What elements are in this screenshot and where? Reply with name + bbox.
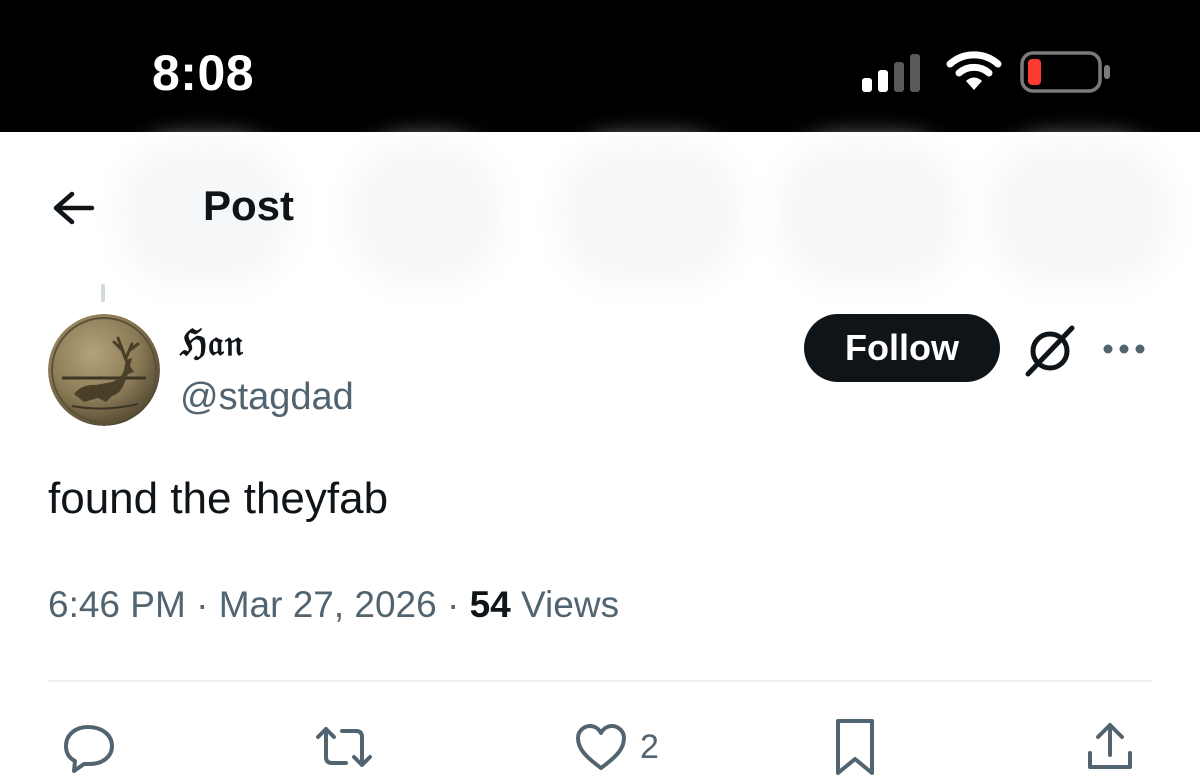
like-button[interactable]: 2 (574, 716, 659, 778)
views-label[interactable]: Views (521, 584, 619, 625)
share-button[interactable] (1084, 716, 1136, 778)
like-count: 2 (640, 727, 659, 766)
page-title: Post (203, 182, 295, 229)
grok-icon (1025, 325, 1075, 377)
views-count[interactable]: 54 (470, 584, 511, 625)
repost-button[interactable] (312, 716, 376, 778)
header-backdrop (990, 144, 1170, 284)
bookmark-button[interactable] (830, 716, 880, 778)
heart-icon (576, 724, 626, 770)
post-time[interactable]: 6:46 PM (48, 584, 186, 625)
back-button[interactable] (48, 186, 100, 230)
meta-separator: · (447, 584, 460, 625)
post-metadata: 6:46 PM · Mar 27, 2026 · 54 Views (48, 584, 619, 626)
arrow-left-icon (53, 191, 95, 225)
more-options-button[interactable] (1098, 336, 1150, 362)
stag-medallion-avatar (48, 314, 160, 426)
battery-icon (1020, 50, 1112, 99)
reply-icon (64, 725, 114, 773)
reply-button[interactable] (62, 716, 118, 778)
status-bar: 8:08 (0, 0, 1200, 132)
author-display-name[interactable]: ℌ𝔞𝔫 (180, 322, 244, 365)
header-backdrop (560, 144, 740, 284)
bookmark-icon (836, 719, 874, 775)
meta-separator: · (196, 584, 209, 625)
follow-button[interactable]: Follow (804, 314, 1000, 382)
repost-icon (316, 727, 372, 767)
cellular-signal-icon (862, 52, 924, 92)
post-date[interactable]: Mar 27, 2026 (219, 584, 437, 625)
share-icon (1088, 723, 1132, 769)
header-backdrop (780, 144, 960, 284)
more-horizontal-icon (1103, 344, 1145, 354)
avatar[interactable] (48, 314, 160, 426)
status-time: 8:08 (152, 45, 255, 101)
thread-connector (101, 284, 105, 302)
post-header: Post (0, 132, 1200, 284)
wifi-icon (946, 50, 1002, 97)
post-text: found the theyfab (48, 474, 389, 523)
header-backdrop (350, 144, 500, 284)
grok-button[interactable] (1022, 322, 1078, 378)
divider (48, 680, 1152, 682)
author-handle[interactable]: @stagdad (180, 376, 354, 419)
